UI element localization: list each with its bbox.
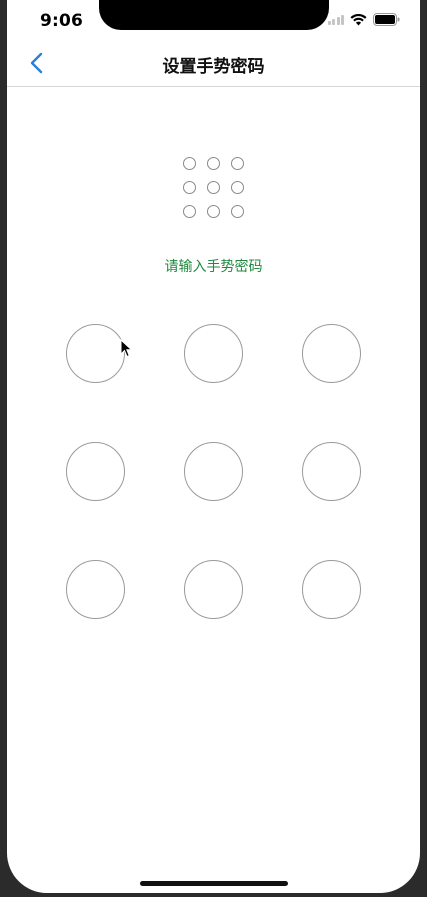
preview-dot — [183, 157, 196, 170]
notch — [99, 0, 329, 30]
preview-dot — [231, 157, 244, 170]
gesture-preview-grid — [182, 156, 246, 220]
device-frame: 9:06 设置手势密码 请输入手势密码 — [0, 0, 427, 897]
gesture-point-6[interactable] — [302, 442, 361, 501]
preview-dot — [207, 181, 220, 194]
navigation-bar: 设置手势密码 — [7, 40, 420, 87]
gesture-point-5[interactable] — [184, 442, 243, 501]
preview-dot — [207, 157, 220, 170]
home-indicator[interactable] — [140, 881, 288, 886]
preview-dot — [231, 181, 244, 194]
gesture-hint-text: 请输入手势密码 — [164, 259, 263, 275]
gesture-point-2[interactable] — [184, 324, 243, 383]
phone-screen: 9:06 设置手势密码 请输入手势密码 — [7, 0, 420, 893]
gesture-point-1[interactable] — [66, 324, 125, 383]
gesture-point-7[interactable] — [66, 560, 125, 619]
preview-dot — [183, 181, 196, 194]
page-title: 设置手势密码 — [162, 57, 265, 77]
battery-icon — [373, 13, 400, 26]
gesture-point-9[interactable] — [302, 560, 361, 619]
preview-dot — [207, 205, 220, 218]
gesture-point-8[interactable] — [184, 560, 243, 619]
status-icons — [327, 13, 401, 26]
wifi-icon — [350, 13, 367, 25]
preview-dot — [183, 205, 196, 218]
mouse-pointer-icon — [120, 339, 133, 358]
gesture-point-3[interactable] — [302, 324, 361, 383]
preview-dot — [231, 205, 244, 218]
cellular-signal-icon — [327, 14, 344, 25]
gesture-point-4[interactable] — [66, 442, 125, 501]
status-time: 9:06 — [40, 11, 84, 31]
